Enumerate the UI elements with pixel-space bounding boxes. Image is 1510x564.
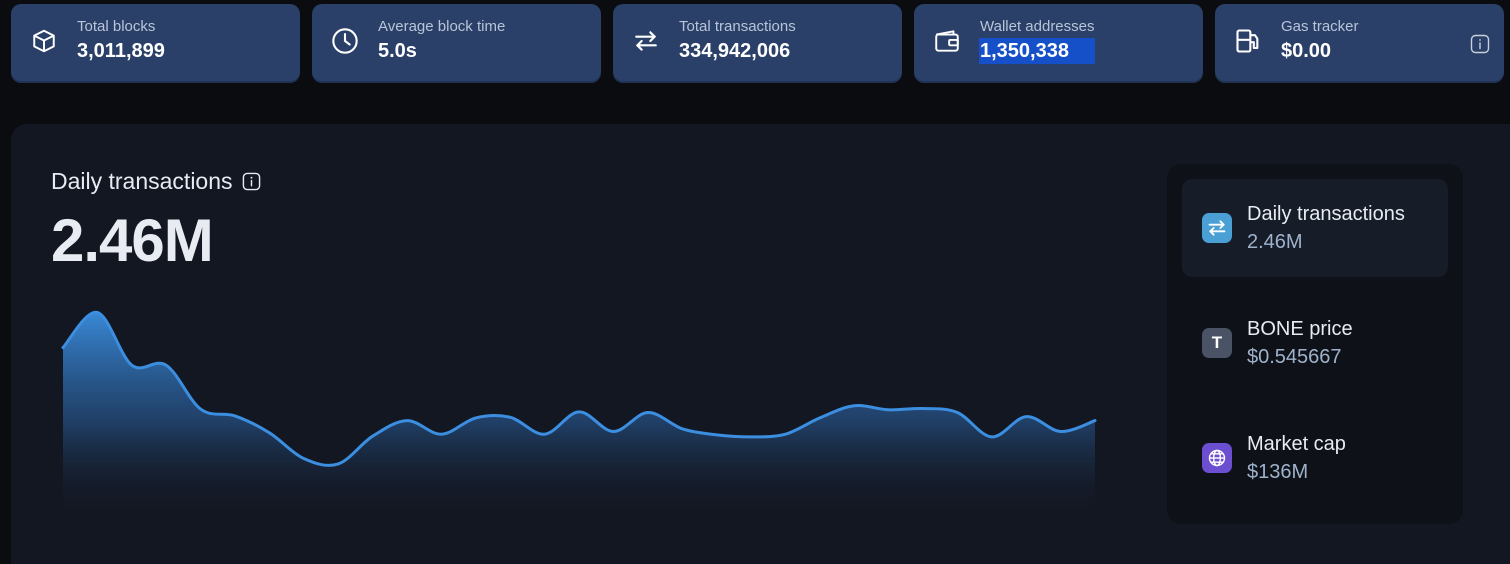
- stat-label: Gas tracker: [1281, 17, 1359, 35]
- side-item-label: Daily transactions: [1247, 202, 1405, 225]
- side-item-daily-transactions[interactable]: Daily transactions 2.46M: [1182, 179, 1448, 277]
- stat-label: Total transactions: [679, 17, 796, 35]
- side-item-label: Market cap: [1247, 432, 1346, 455]
- stat-card-wallet-addresses: Wallet addresses 1,350,338: [914, 4, 1203, 83]
- stat-label: Average block time: [378, 17, 506, 35]
- side-item-market-cap[interactable]: Market cap $136M: [1182, 409, 1448, 507]
- side-item-label: BONE price: [1247, 317, 1353, 340]
- stat-card-total-blocks: Total blocks 3,011,899: [11, 4, 300, 83]
- stat-card-total-transactions: Total transactions 334,942,006: [613, 4, 902, 83]
- clock-icon: [330, 26, 360, 56]
- stats-row: Total blocks 3,011,899 Average block tim…: [11, 4, 1504, 83]
- daily-transactions-chart: [61, 310, 1097, 514]
- cube-icon: [29, 26, 59, 56]
- daily-transactions-panel: Daily transactions 2.46M Daily transacti…: [11, 124, 1510, 564]
- stat-value: 3,011,899: [77, 39, 165, 62]
- stat-value: $0.00: [1281, 39, 1332, 62]
- stat-label: Wallet addresses: [980, 17, 1095, 35]
- gas-pump-icon: [1233, 26, 1263, 56]
- stat-card-average-block-time: Average block time 5.0s: [312, 4, 601, 83]
- stat-value: 5.0s: [378, 39, 417, 62]
- info-icon[interactable]: [1470, 34, 1490, 54]
- stat-value: 1,350,338: [979, 37, 1095, 64]
- side-item-bone-price[interactable]: T BONE price $0.545667: [1182, 294, 1448, 392]
- globe-icon: [1202, 443, 1232, 473]
- side-panel: Daily transactions 2.46M T BONE price $0…: [1167, 164, 1463, 524]
- transfer-arrows-icon: [631, 26, 661, 56]
- side-item-value: $136M: [1247, 460, 1309, 483]
- wallet-icon: [932, 26, 962, 56]
- side-item-value: 2.46M: [1247, 230, 1303, 253]
- stat-label: Total blocks: [77, 17, 156, 35]
- side-item-value: $0.545667: [1247, 345, 1342, 368]
- transfer-arrows-icon: [1202, 213, 1232, 243]
- stat-value: 334,942,006: [679, 39, 791, 62]
- token-t-icon: T: [1202, 328, 1232, 358]
- stat-card-gas-tracker: Gas tracker $0.00: [1215, 4, 1504, 83]
